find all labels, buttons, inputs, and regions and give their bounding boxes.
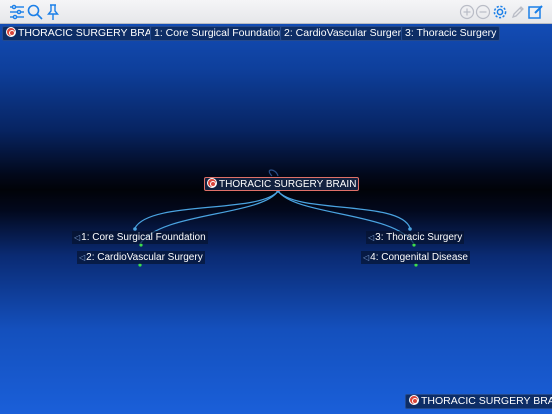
gate-icon: ◁: [368, 233, 375, 242]
home-brain-label: THORACIC SURGERY BRAIN: [421, 395, 552, 407]
child-node-label: 4: Congenital Disease: [370, 252, 468, 263]
child-node-congenital[interactable]: ◁4: Congenital Disease: [361, 251, 470, 264]
child-node-thoracic[interactable]: ◁3: Thoracic Surgery: [366, 231, 465, 244]
gate-icon: ◁: [74, 233, 81, 242]
gate-icon: ◁: [363, 253, 370, 262]
link-to-thoracic: [277, 190, 411, 229]
child-node-core[interactable]: ◁1: Core Surgical Foundation: [72, 231, 208, 244]
child-node-label: 1: Core Surgical Foundation: [81, 232, 206, 243]
brain-icon: [207, 178, 217, 188]
home-brain-button[interactable]: THORACIC SURGERY BRAIN: [405, 394, 552, 409]
link-loop: [268, 169, 279, 177]
gate-icon: ◁: [79, 253, 86, 262]
link-to-core: [134, 190, 279, 229]
brain-icon: [409, 395, 419, 405]
child-node-label: 3: Thoracic Surgery: [375, 232, 463, 243]
central-node-label: THORACIC SURGERY BRAIN: [219, 179, 357, 190]
map-links: [133, 169, 418, 267]
central-node[interactable]: THORACIC SURGERY BRAIN: [204, 177, 360, 191]
child-node-label: 2: CardioVascular Surgery: [86, 252, 203, 263]
child-node-cardio[interactable]: ◁2: CardioVascular Surgery: [77, 251, 205, 264]
